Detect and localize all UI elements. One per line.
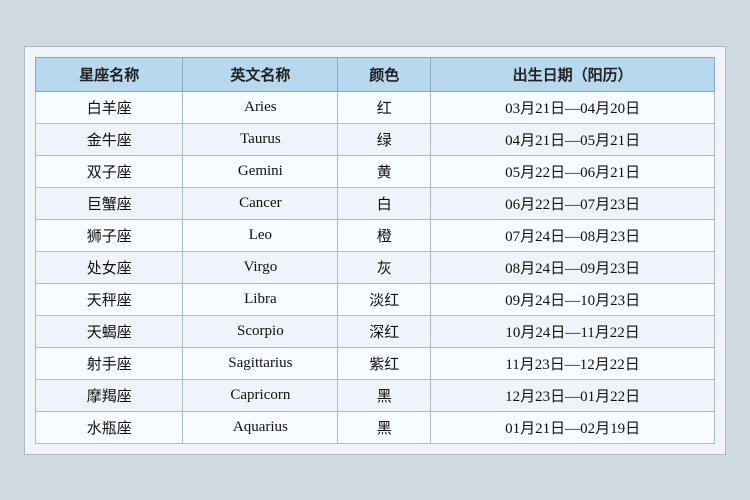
cell-chinese: 金牛座 <box>36 123 183 155</box>
cell-english: Capricorn <box>183 379 338 411</box>
header-dates: 出生日期（阳历） <box>431 57 715 91</box>
table-row: 白羊座Aries红03月21日—04月20日 <box>36 91 715 123</box>
zodiac-table: 星座名称 英文名称 颜色 出生日期（阳历） 白羊座Aries红03月21日—04… <box>35 57 715 444</box>
cell-dates: 08月24日—09月23日 <box>431 251 715 283</box>
cell-dates: 01月21日—02月19日 <box>431 411 715 443</box>
cell-color: 绿 <box>338 123 431 155</box>
header-english: 英文名称 <box>183 57 338 91</box>
cell-dates: 11月23日—12月22日 <box>431 347 715 379</box>
cell-chinese: 白羊座 <box>36 91 183 123</box>
cell-chinese: 射手座 <box>36 347 183 379</box>
cell-color: 黑 <box>338 411 431 443</box>
cell-color: 白 <box>338 187 431 219</box>
cell-color: 红 <box>338 91 431 123</box>
cell-chinese: 天蝎座 <box>36 315 183 347</box>
cell-color: 紫红 <box>338 347 431 379</box>
cell-english: Sagittarius <box>183 347 338 379</box>
cell-color: 橙 <box>338 219 431 251</box>
table-row: 射手座Sagittarius紫红11月23日—12月22日 <box>36 347 715 379</box>
cell-english: Libra <box>183 283 338 315</box>
cell-color: 灰 <box>338 251 431 283</box>
cell-dates: 04月21日—05月21日 <box>431 123 715 155</box>
table-row: 巨蟹座Cancer白06月22日—07月23日 <box>36 187 715 219</box>
table-row: 摩羯座Capricorn黑12月23日—01月22日 <box>36 379 715 411</box>
cell-dates: 03月21日—04月20日 <box>431 91 715 123</box>
cell-dates: 12月23日—01月22日 <box>431 379 715 411</box>
cell-english: Scorpio <box>183 315 338 347</box>
cell-english: Aries <box>183 91 338 123</box>
zodiac-table-container: 星座名称 英文名称 颜色 出生日期（阳历） 白羊座Aries红03月21日—04… <box>24 46 726 455</box>
cell-english: Aquarius <box>183 411 338 443</box>
table-row: 金牛座Taurus绿04月21日—05月21日 <box>36 123 715 155</box>
cell-color: 深红 <box>338 315 431 347</box>
header-color: 颜色 <box>338 57 431 91</box>
cell-color: 淡红 <box>338 283 431 315</box>
cell-dates: 09月24日—10月23日 <box>431 283 715 315</box>
table-row: 水瓶座Aquarius黑01月21日—02月19日 <box>36 411 715 443</box>
cell-english: Leo <box>183 219 338 251</box>
cell-color: 黄 <box>338 155 431 187</box>
cell-chinese: 天秤座 <box>36 283 183 315</box>
table-row: 处女座Virgo灰08月24日—09月23日 <box>36 251 715 283</box>
header-chinese: 星座名称 <box>36 57 183 91</box>
cell-chinese: 摩羯座 <box>36 379 183 411</box>
table-row: 狮子座Leo橙07月24日—08月23日 <box>36 219 715 251</box>
cell-chinese: 双子座 <box>36 155 183 187</box>
table-row: 天秤座Libra淡红09月24日—10月23日 <box>36 283 715 315</box>
cell-chinese: 狮子座 <box>36 219 183 251</box>
cell-chinese: 处女座 <box>36 251 183 283</box>
cell-english: Gemini <box>183 155 338 187</box>
table-row: 双子座Gemini黄05月22日—06月21日 <box>36 155 715 187</box>
cell-chinese: 巨蟹座 <box>36 187 183 219</box>
cell-dates: 07月24日—08月23日 <box>431 219 715 251</box>
table-header-row: 星座名称 英文名称 颜色 出生日期（阳历） <box>36 57 715 91</box>
cell-chinese: 水瓶座 <box>36 411 183 443</box>
cell-dates: 06月22日—07月23日 <box>431 187 715 219</box>
cell-english: Cancer <box>183 187 338 219</box>
table-row: 天蝎座Scorpio深红10月24日—11月22日 <box>36 315 715 347</box>
cell-english: Taurus <box>183 123 338 155</box>
cell-dates: 05月22日—06月21日 <box>431 155 715 187</box>
cell-english: Virgo <box>183 251 338 283</box>
cell-dates: 10月24日—11月22日 <box>431 315 715 347</box>
cell-color: 黑 <box>338 379 431 411</box>
